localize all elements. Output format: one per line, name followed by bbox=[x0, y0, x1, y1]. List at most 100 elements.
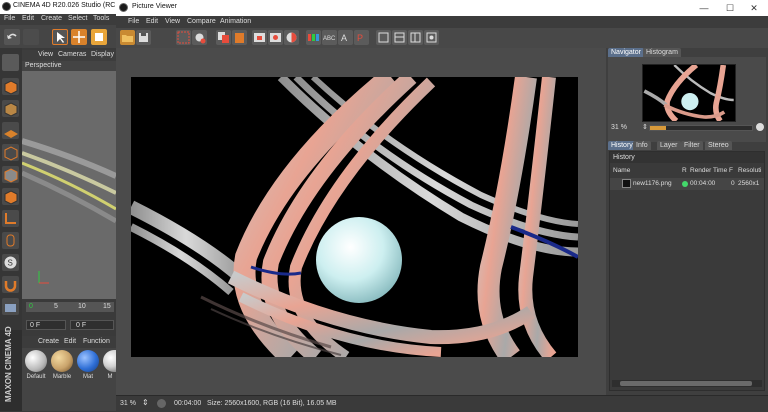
c4d-menu-select[interactable]: Select bbox=[68, 15, 87, 22]
channel-rgb-button[interactable] bbox=[306, 30, 321, 45]
workplane-button[interactable] bbox=[2, 122, 19, 139]
export-button[interactable] bbox=[376, 30, 391, 45]
layer-button[interactable] bbox=[392, 30, 407, 45]
render-button[interactable] bbox=[268, 30, 283, 45]
mouse-icon bbox=[6, 234, 15, 247]
navigator-preview bbox=[643, 65, 734, 121]
editor-viewport[interactable] bbox=[22, 71, 116, 299]
pv-menu-file[interactable]: File bbox=[128, 18, 139, 25]
zoom-dropdown-icon[interactable]: ⇕ bbox=[142, 398, 149, 407]
tab-layer[interactable]: Layer bbox=[657, 141, 681, 150]
zoom-stepper-icon[interactable]: ⇕ bbox=[642, 123, 648, 131]
save-button[interactable] bbox=[136, 30, 151, 45]
redo-button[interactable] bbox=[23, 29, 39, 45]
stereo-icon bbox=[426, 32, 437, 43]
stereo-button[interactable] bbox=[424, 30, 439, 45]
tweak-mode-button[interactable] bbox=[2, 232, 19, 249]
material-mat-swatch[interactable] bbox=[77, 350, 99, 372]
material-menu-function[interactable]: Function bbox=[83, 338, 110, 345]
timeline-tick-0: 0 bbox=[29, 303, 33, 310]
pv-menu-compare[interactable]: Compare bbox=[187, 18, 216, 25]
history-col-f[interactable]: F bbox=[729, 167, 733, 174]
history-col-name[interactable]: Name bbox=[613, 167, 630, 174]
status-play-icon[interactable] bbox=[157, 399, 166, 408]
render-view-icon bbox=[195, 33, 206, 44]
close-button[interactable]: ✕ bbox=[744, 2, 764, 14]
tab-info[interactable]: Info bbox=[633, 141, 651, 150]
history-col-r[interactable]: R bbox=[682, 167, 687, 174]
tab-histogram[interactable]: Histogram bbox=[643, 48, 681, 57]
texture-mode-button[interactable] bbox=[2, 100, 19, 117]
c4d-menu-file[interactable]: File bbox=[4, 15, 15, 22]
pv-menu-view[interactable]: View bbox=[165, 18, 180, 25]
pv-menu-edit[interactable]: Edit bbox=[146, 18, 158, 25]
points-mode-button[interactable] bbox=[2, 144, 19, 161]
status-image-info: Size: 2560x1600, RGB (16 Bit), 16.05 MB bbox=[207, 400, 337, 407]
alpha-button[interactable]: A bbox=[338, 30, 353, 45]
navigator-thumbnail[interactable] bbox=[642, 64, 736, 122]
scale-tool-button[interactable] bbox=[91, 29, 107, 45]
minimize-button[interactable]: — bbox=[694, 2, 714, 14]
status-zoom[interactable]: 31 % bbox=[120, 400, 136, 407]
timeline-ruler[interactable]: 0 5 10 15 bbox=[26, 302, 114, 312]
render-scene bbox=[131, 77, 578, 357]
viewport-menu-display[interactable]: Display bbox=[91, 51, 114, 58]
post-effect-button[interactable]: P bbox=[354, 30, 369, 45]
move-icon bbox=[73, 31, 85, 43]
snap-button[interactable]: S bbox=[2, 254, 19, 271]
material-default-swatch[interactable] bbox=[25, 350, 47, 372]
paste-button[interactable] bbox=[232, 30, 247, 45]
edges-mode-button[interactable] bbox=[2, 166, 19, 183]
zoom-slider[interactable] bbox=[649, 125, 753, 131]
viewport-menu-view[interactable]: View bbox=[38, 51, 53, 58]
history-col-resolution[interactable]: Resoluti bbox=[738, 167, 761, 174]
lock-grid-icon bbox=[5, 304, 16, 312]
axis-mode-button[interactable] bbox=[2, 210, 19, 227]
magnet-button[interactable] bbox=[2, 276, 19, 293]
image-canvas-area[interactable] bbox=[116, 48, 606, 395]
render-view-button[interactable] bbox=[192, 30, 207, 45]
viewport-perspective-label: Perspective bbox=[25, 62, 62, 69]
select-tool-button[interactable] bbox=[52, 29, 68, 45]
timeline-tick-10: 10 bbox=[78, 303, 86, 310]
open-button[interactable] bbox=[120, 30, 135, 45]
current-frame-field[interactable]: 0 F bbox=[26, 320, 66, 330]
material-m-swatch[interactable] bbox=[103, 350, 116, 372]
history-col-render-time[interactable]: Render Time bbox=[690, 167, 727, 174]
tab-navigator[interactable]: Navigator bbox=[608, 48, 644, 57]
render-region-button[interactable] bbox=[176, 30, 191, 45]
material-menu-create[interactable]: Create bbox=[38, 338, 59, 345]
c4d-menu-edit[interactable]: Edit bbox=[22, 15, 34, 22]
zoom-reset-icon[interactable] bbox=[756, 123, 764, 131]
maximize-button[interactable]: ☐ bbox=[720, 2, 740, 14]
history-thumbnail-icon bbox=[622, 179, 631, 188]
move-tool-button[interactable] bbox=[71, 29, 87, 45]
grid-lock-button[interactable] bbox=[2, 298, 19, 315]
make-editable-button[interactable] bbox=[2, 54, 19, 71]
c4d-menu-create[interactable]: Create bbox=[41, 15, 62, 22]
history-scroll-thumb[interactable] bbox=[620, 381, 752, 386]
picture-viewer-title-bar: Picture Viewer — ☐ ✕ bbox=[116, 0, 768, 16]
viewport-menu-cameras[interactable]: Cameras bbox=[58, 51, 86, 58]
c4d-menu-tools[interactable]: Tools bbox=[93, 15, 109, 22]
undo-button[interactable] bbox=[4, 29, 20, 45]
tab-history[interactable]: History bbox=[608, 141, 636, 150]
material-marble-swatch[interactable] bbox=[51, 350, 73, 372]
filter-button[interactable] bbox=[408, 30, 423, 45]
table-row[interactable]: new1176.png 00:04:00 0 2560x1 bbox=[610, 178, 764, 190]
channel-abc-button[interactable]: ABC bbox=[322, 30, 337, 45]
model-mode-button[interactable] bbox=[2, 78, 19, 95]
history-horizontal-scrollbar[interactable] bbox=[612, 380, 762, 387]
copy-button[interactable] bbox=[216, 30, 231, 45]
tab-stereo[interactable]: Stereo bbox=[705, 141, 732, 150]
material-menu-edit[interactable]: Edit bbox=[64, 338, 76, 345]
timeline[interactable]: 0 5 10 15 0 F 0 F bbox=[22, 299, 116, 335]
pv-menu-animation[interactable]: Animation bbox=[220, 18, 251, 25]
stop-render-button[interactable] bbox=[252, 30, 267, 45]
maxon-logo-text: MAXON CINEMA 4D bbox=[4, 326, 13, 402]
min-frame-field[interactable]: 0 F bbox=[70, 320, 114, 330]
ab-compare-button[interactable] bbox=[284, 30, 299, 45]
status-render-time: 00:04:00 bbox=[174, 400, 202, 407]
polygons-mode-button[interactable] bbox=[2, 188, 19, 205]
tab-filter[interactable]: Filter bbox=[681, 141, 703, 150]
